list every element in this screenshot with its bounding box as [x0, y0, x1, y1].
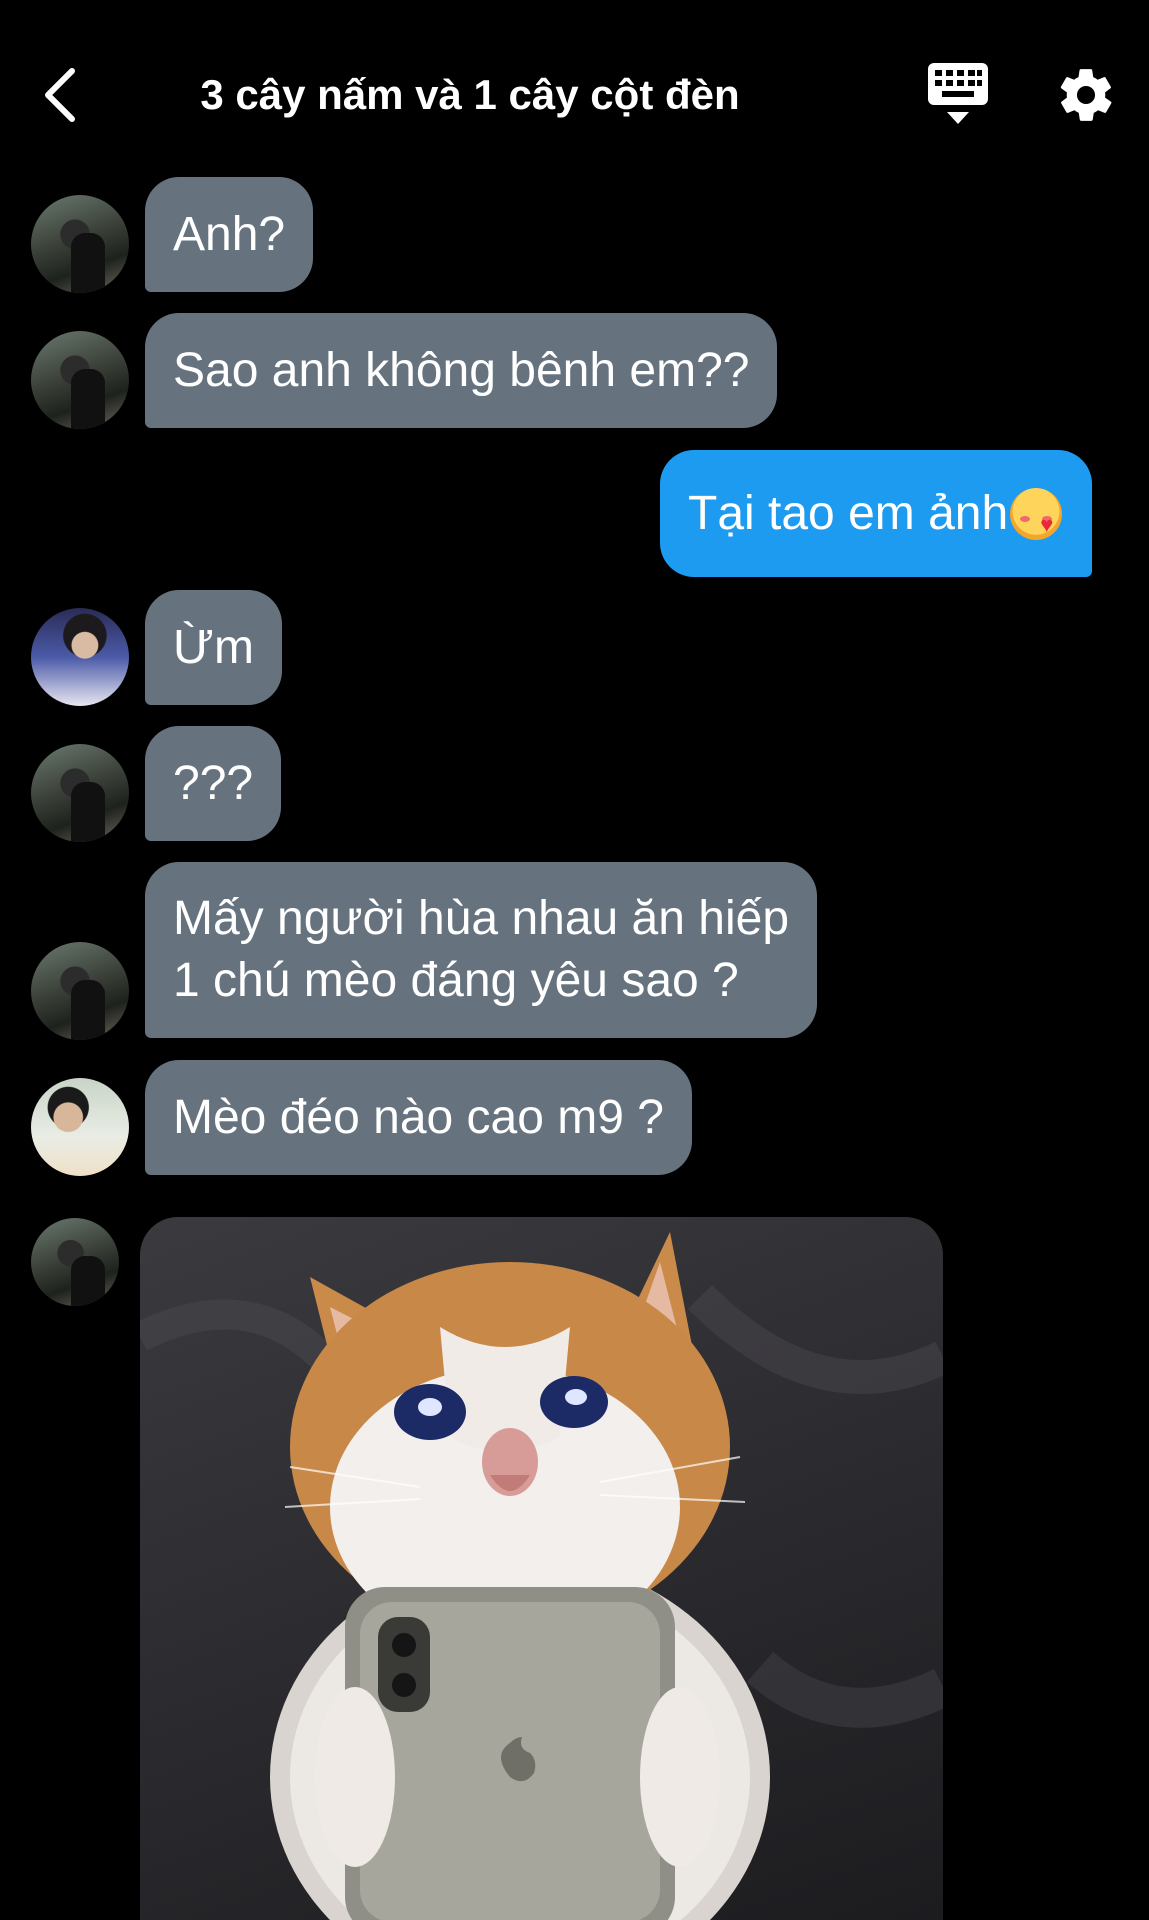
message-text: Ừm [173, 620, 254, 674]
settings-button[interactable] [1055, 62, 1117, 128]
keyboard-icon [928, 63, 988, 124]
message-bubble-outgoing[interactable]: Tại tao em ảnh [660, 450, 1093, 577]
message-text-line: Mấy người hùa nhau ăn hiếp [173, 892, 790, 945]
message-bubble-incoming[interactable]: Anh? [145, 177, 314, 292]
message-text: ??? [173, 756, 254, 810]
avatar[interactable] [31, 744, 129, 842]
crying-cat-holding-phone-image [140, 1232, 943, 1920]
avatar[interactable] [31, 331, 129, 429]
message-text: Anh? [173, 207, 286, 261]
keyboard-button[interactable] [925, 60, 991, 130]
avatar[interactable] [31, 942, 129, 1040]
message-bubble-incoming[interactable]: ??? [145, 726, 282, 841]
message-text: Mèo đéo nào cao m9 ? [173, 1090, 664, 1144]
message-image[interactable] [140, 1217, 943, 1920]
gear-icon [1060, 69, 1112, 121]
chevron-left-icon [45, 68, 75, 122]
message-text: Tại tao em ảnh [688, 486, 1009, 540]
conversation-title[interactable]: 3 cây nấm và 1 cây cột đèn [160, 60, 780, 130]
message-bubble-incoming[interactable]: Mèo đéo nào cao m9 ? [145, 1060, 692, 1175]
avatar[interactable] [31, 608, 129, 706]
message-text-line: 1 chú mèo đáng yêu sao ? [173, 954, 739, 1007]
avatar[interactable] [31, 195, 129, 293]
message-text: Sao anh không bênh em?? [173, 343, 750, 397]
message-bubble-incoming[interactable]: Mấy người hùa nhau ăn hiếp 1 chú mèo đán… [145, 862, 818, 1038]
message-bubble-incoming[interactable]: Sao anh không bênh em?? [145, 313, 778, 428]
avatar[interactable] [31, 1218, 119, 1306]
avatar[interactable] [31, 1078, 129, 1176]
message-bubble-incoming[interactable]: Ừm [145, 590, 282, 705]
back-button[interactable] [30, 55, 90, 135]
smiling-face-with-hearts-icon [1010, 487, 1063, 540]
chat-header: 3 cây nấm và 1 cây cột đèn [0, 0, 1149, 170]
